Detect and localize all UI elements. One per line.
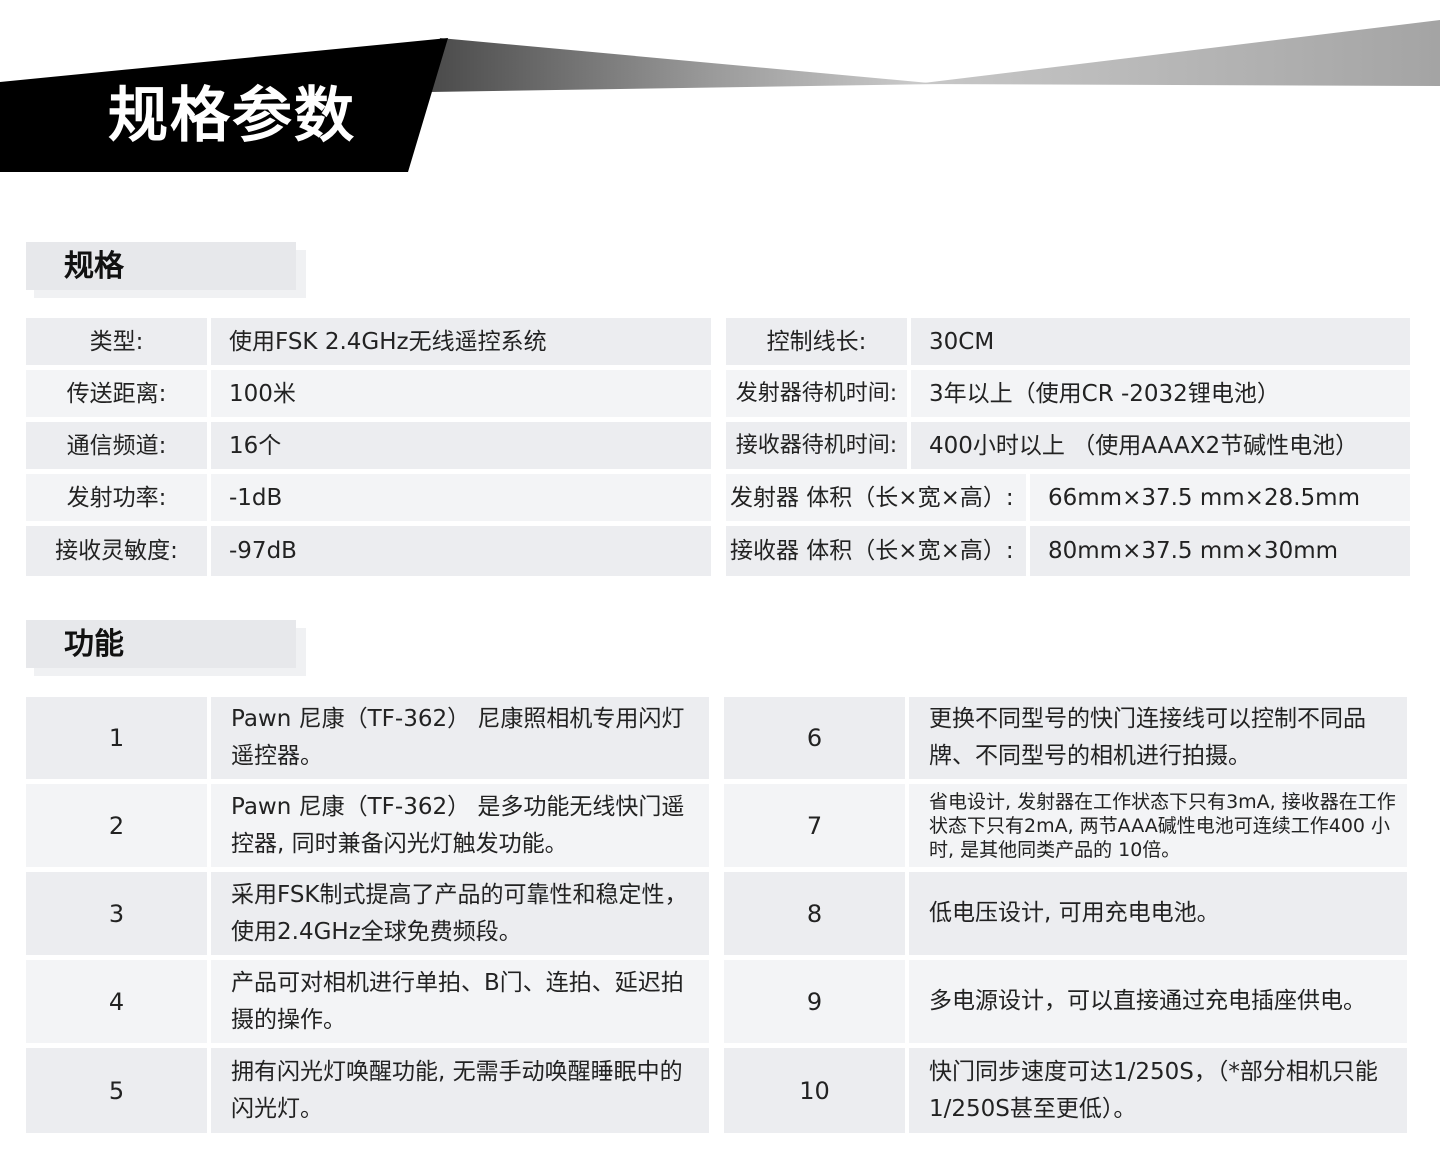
spec-label: 发射器待机时间: (726, 370, 907, 417)
feature-text: 产品可对相机进行单拍、B门、连拍、延迟拍摄的操作。 (211, 960, 709, 1043)
feature-number: 1 (26, 697, 207, 779)
spec-value: 400小时以上 （使用AAAX2节碱性电池） (911, 422, 1410, 469)
feature-text: 更换不同型号的快门连接线可以控制不同品牌、不同型号的相机进行拍摄。 (909, 697, 1407, 779)
spec-label: 接收器待机时间: (726, 422, 907, 469)
feature-text: Pawn 尼康（TF-362） 是多功能无线快门遥控器, 同时兼备闪光灯触发功能… (211, 784, 709, 867)
feature-number: 2 (26, 784, 207, 867)
spec-label: 发射功率: (26, 474, 207, 521)
spec-value: -1dB (211, 474, 711, 521)
spec-value: 66mm×37.5 mm×28.5mm (1030, 474, 1410, 521)
spec-section-title: 规格 (26, 242, 296, 290)
feature-number: 5 (26, 1048, 207, 1133)
spec-label: 传送距离: (26, 370, 207, 417)
feature-text: 省电设计, 发射器在工作状态下只有3mA, 接收器在工作状态下只有2mA, 两节… (909, 784, 1407, 867)
feature-section-header: 功能 (26, 620, 306, 676)
page-title: 规格参数 (108, 81, 356, 151)
feature-text: 多电源设计，可以直接通过充电插座供电。 (909, 960, 1407, 1043)
feature-number: 8 (724, 872, 905, 955)
header-banner: 规格参数 (0, 0, 1440, 180)
spec-value: 100米 (211, 370, 711, 417)
feature-text: 快门同步速度可达1/250S，（*部分相机只能1/250S甚至更低）。 (909, 1048, 1407, 1133)
spec-value: 80mm×37.5 mm×30mm (1030, 526, 1410, 576)
feature-number: 6 (724, 697, 905, 779)
feature-number: 4 (26, 960, 207, 1043)
spec-value: 3年以上（使用CR -2032锂电池） (911, 370, 1410, 417)
spec-label: 类型: (26, 318, 207, 365)
feature-text: 低电压设计, 可用充电电池。 (909, 872, 1407, 955)
spec-label: 通信频道: (26, 422, 207, 469)
spec-label: 发射器 体积（长×宽×高）: (726, 474, 1026, 521)
spec-label: 接收灵敏度: (26, 526, 207, 576)
spec-value: 30CM (911, 318, 1410, 365)
feature-number: 3 (26, 872, 207, 955)
feature-number: 9 (724, 960, 905, 1043)
spec-section-header: 规格 (26, 242, 306, 298)
spec-value: 使用FSK 2.4GHz无线遥控系统 (211, 318, 711, 365)
feature-text: 采用FSK制式提高了产品的可靠性和稳定性，使用2.4GHz全球免费频段。 (211, 872, 709, 955)
feature-section-title: 功能 (26, 620, 296, 668)
spec-label: 接收器 体积（长×宽×高）: (726, 526, 1026, 576)
spec-value: 16个 (211, 422, 711, 469)
spec-label: 控制线长: (726, 318, 907, 365)
spec-value: -97dB (211, 526, 711, 576)
feature-number: 10 (724, 1048, 905, 1133)
feature-text: Pawn 尼康（TF-362） 尼康照相机专用闪灯遥控器。 (211, 697, 709, 779)
feature-number: 7 (724, 784, 905, 867)
feature-text: 拥有闪光灯唤醒功能, 无需手动唤醒睡眠中的闪光灯。 (211, 1048, 709, 1133)
